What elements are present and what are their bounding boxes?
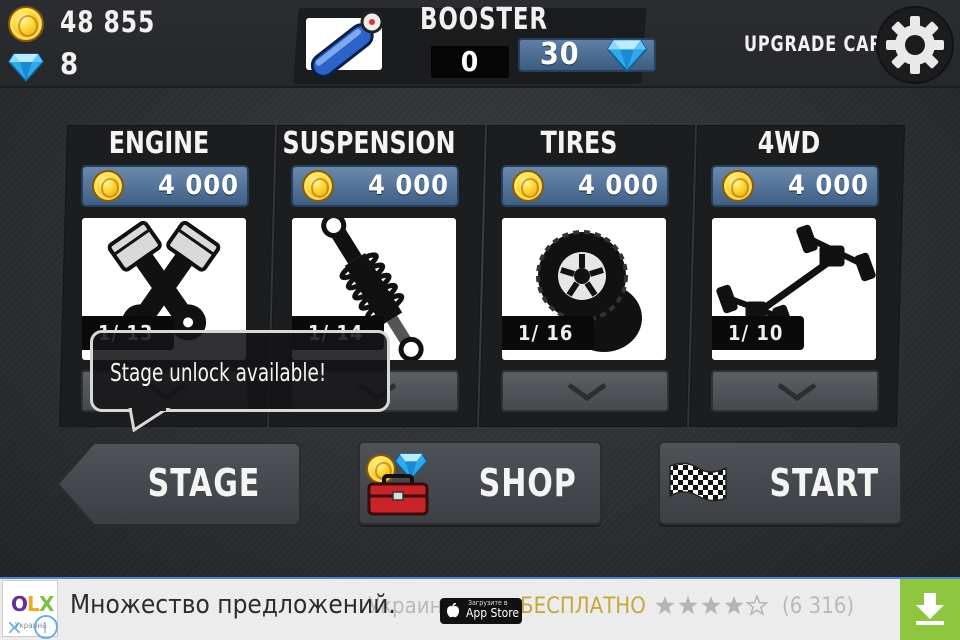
coin-icon bbox=[512, 170, 544, 202]
start-label: START bbox=[769, 461, 879, 505]
booster-price: 30 bbox=[540, 37, 580, 72]
upgrade-price: 4 000 bbox=[578, 170, 660, 201]
tooltip-text: Stage unlock available! bbox=[110, 358, 327, 387]
app-store-text: App Store bbox=[466, 606, 520, 620]
expand-4wd-button[interactable] bbox=[711, 370, 879, 412]
chevron-down-icon bbox=[567, 382, 607, 402]
star-icon bbox=[701, 596, 721, 615]
upgrade-title: TIRES bbox=[540, 126, 618, 161]
checkered-flag-icon bbox=[669, 462, 727, 502]
star-icon bbox=[745, 595, 769, 616]
rating-stars bbox=[655, 595, 769, 616]
svg-text:×: × bbox=[6, 615, 23, 639]
diamond-icon bbox=[606, 39, 648, 72]
star-icon bbox=[655, 596, 675, 615]
upgrade-level: 1/ 16 bbox=[518, 321, 574, 345]
tooltip-tail bbox=[128, 408, 171, 432]
diamond-icon bbox=[8, 53, 44, 82]
upgrade-level: 1/ 10 bbox=[728, 321, 784, 345]
ad-headline: Множество предложений. bbox=[70, 590, 396, 620]
shop-label: SHOP bbox=[478, 461, 577, 505]
upgrade-title: ENGINE bbox=[108, 126, 210, 161]
coin-icon bbox=[8, 6, 44, 42]
settings-button[interactable] bbox=[876, 6, 954, 84]
stage-label: STAGE bbox=[147, 461, 261, 505]
upgrade-car-label: UPGRADE CAR bbox=[744, 32, 883, 56]
coin-icon bbox=[92, 170, 124, 202]
coin-icon bbox=[302, 170, 334, 202]
svg-text:i: i bbox=[43, 621, 47, 637]
upgrade-price: 4 000 bbox=[368, 170, 450, 201]
upgrade-price: 4 000 bbox=[158, 170, 240, 201]
adchoices-icon[interactable]: × i bbox=[0, 610, 62, 640]
star-icon bbox=[724, 596, 744, 615]
booster-count: 0 bbox=[460, 45, 480, 78]
download-button[interactable] bbox=[900, 579, 960, 640]
coins-balance: 48 855 bbox=[60, 5, 156, 39]
rating-count: (6 316) bbox=[782, 594, 855, 619]
toolbox-icon bbox=[367, 474, 429, 516]
nitro-canister-icon bbox=[310, 10, 384, 78]
upgrade-title: 4WD bbox=[757, 126, 821, 161]
apple-icon bbox=[447, 603, 459, 618]
gear-icon bbox=[886, 16, 944, 74]
gems-balance: 8 bbox=[60, 47, 80, 81]
download-icon bbox=[916, 593, 944, 625]
booster-title: BOOSTER bbox=[420, 2, 548, 37]
coin-icon bbox=[722, 170, 754, 202]
upgrade-title: SUSPENSION bbox=[282, 126, 456, 161]
expand-tires-button[interactable] bbox=[501, 370, 669, 412]
ad-free-text: БЕСПЛАТНО bbox=[520, 594, 646, 619]
chevron-down-icon bbox=[777, 382, 817, 402]
upgrade-price: 4 000 bbox=[788, 170, 870, 201]
star-icon bbox=[678, 596, 698, 615]
